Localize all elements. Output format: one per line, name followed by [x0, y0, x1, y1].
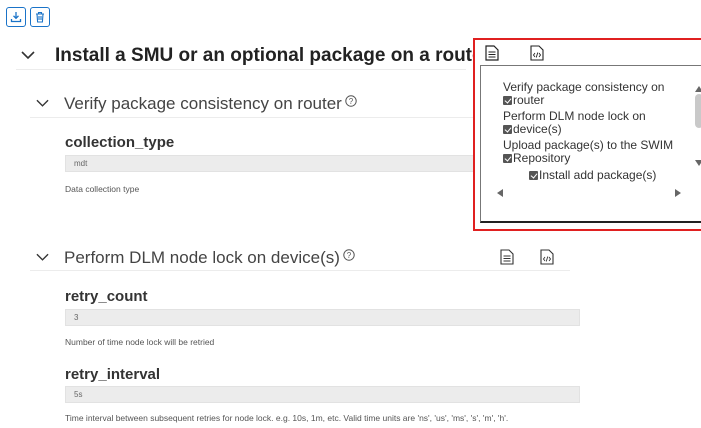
- document-icon[interactable]: [500, 249, 514, 265]
- retry-count-input[interactable]: 3: [65, 309, 580, 326]
- download-icon: [10, 12, 22, 23]
- svg-text:?: ?: [349, 97, 354, 106]
- retry-count-description: Number of time node lock will be retried: [65, 337, 215, 347]
- retry-interval-description: Time interval between subsequent retries…: [65, 413, 509, 423]
- scrollbar-thumb[interactable]: [695, 94, 701, 128]
- collection-type-label: collection_type: [65, 134, 175, 151]
- dlm-section-title-text: Perform DLM node lock on device(s): [64, 248, 340, 267]
- code-file-icon[interactable]: [540, 249, 554, 265]
- main-divider: [16, 69, 466, 70]
- tree-item-verify-line2: router: [513, 93, 545, 107]
- main-section-title: Install a SMU or an optional package on …: [55, 45, 490, 66]
- tree-item-install-label: Install add package(s): [539, 168, 657, 182]
- dlm-divider: [30, 270, 570, 271]
- document-icon[interactable]: [485, 45, 499, 61]
- dlm-section-title: Perform DLM node lock on device(s)?: [64, 248, 355, 268]
- task-tree: Verify package consistency on router Per…: [480, 65, 701, 223]
- verify-section-title: Verify package consistency on router?: [64, 94, 357, 114]
- verify-divider: [30, 117, 475, 118]
- checkbox-checked-icon[interactable]: [503, 125, 512, 134]
- scroll-right-arrow-icon[interactable]: [675, 189, 681, 197]
- scroll-left-arrow-icon[interactable]: [497, 189, 503, 197]
- help-icon[interactable]: ?: [345, 95, 357, 107]
- tree-item-dlm-line2: device(s): [513, 122, 562, 136]
- retry-interval-input[interactable]: 5s: [65, 386, 580, 403]
- tree-item-install[interactable]: Install add package(s): [529, 169, 656, 182]
- code-file-icon[interactable]: [530, 45, 544, 61]
- chevron-down-icon[interactable]: [36, 99, 49, 108]
- vertical-scrollbar[interactable]: [693, 72, 701, 172]
- collection-type-description: Data collection type: [65, 184, 140, 194]
- task-tree-popup: Verify package consistency on router Per…: [473, 38, 701, 231]
- chevron-down-icon[interactable]: [36, 253, 49, 262]
- retry-count-label: retry_count: [65, 288, 148, 305]
- scroll-down-arrow-icon[interactable]: [695, 160, 701, 166]
- trash-icon: [36, 12, 44, 23]
- retry-interval-label: retry_interval: [65, 366, 161, 383]
- collection-type-input[interactable]: mdt: [65, 155, 475, 172]
- svg-text:?: ?: [347, 251, 352, 260]
- tree-item-upload-line2: Repository: [513, 151, 571, 165]
- verify-section-title-text: Verify package consistency on router: [64, 94, 342, 113]
- download-button[interactable]: [6, 7, 26, 27]
- chevron-down-icon[interactable]: [21, 51, 35, 60]
- checkbox-checked-icon[interactable]: [503, 96, 512, 105]
- help-icon[interactable]: ?: [343, 249, 355, 261]
- checkbox-checked-icon[interactable]: [503, 154, 512, 163]
- tree-item-upload[interactable]: Repository: [503, 152, 570, 165]
- delete-button[interactable]: [30, 7, 50, 27]
- tree-item-dlm[interactable]: device(s): [503, 123, 562, 136]
- checkbox-checked-icon[interactable]: [529, 171, 538, 180]
- scroll-up-arrow-icon[interactable]: [695, 86, 701, 92]
- tree-item-verify[interactable]: router: [503, 94, 544, 107]
